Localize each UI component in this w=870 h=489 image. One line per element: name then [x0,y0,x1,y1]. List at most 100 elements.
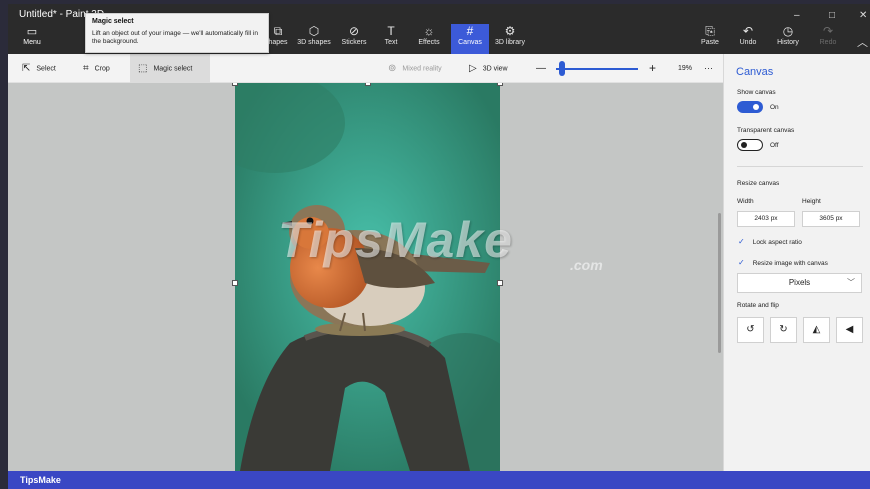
zoom-out-button[interactable]: — [536,54,546,83]
chevron-up-icon: ︿ [857,37,868,49]
rotate-right-button[interactable]: ↻ [770,317,797,343]
history-icon: ◷ [782,24,794,38]
width-label: Width [737,198,754,205]
cube-icon: ⬡ [308,24,320,38]
sun-icon: ☼ [423,24,435,38]
close-button[interactable]: ✕ [859,10,867,21]
flip-horizontal-button[interactable]: ◀ [836,317,863,343]
resize-canvas-heading: Resize canvas [737,180,780,187]
zoom-slider-track[interactable] [556,68,638,70]
height-label: Height [802,198,821,205]
canvas-image[interactable] [235,83,500,471]
unit-select[interactable]: Pixels ﹀ [737,273,862,293]
ribbon-3d-library-label: 3D library [495,39,525,46]
view-3d-icon: ▷ [469,63,477,74]
crop-icon: ⌗ [83,63,89,74]
magic-select-label: Magic select [153,65,193,73]
lock-aspect-ratio-checkbox[interactable]: ✓ Lock aspect ratio [738,237,802,246]
close-icon: ✕ [859,10,868,21]
width-input[interactable]: 2403 px [737,211,795,227]
minimize-icon: – [794,10,800,21]
zoom-in-button[interactable]: + [649,54,656,83]
redo-icon: ↷ [822,24,834,38]
show-canvas-toggle[interactable] [737,101,763,113]
select-tool[interactable]: ⇱ Select [22,54,56,83]
resize-handle-tl[interactable] [232,83,238,86]
flip-horizontal-icon: ◀ [845,324,854,335]
zoom-level: 19% [678,65,693,72]
sticker-icon: ⊘ [348,24,360,38]
show-canvas-state: On [770,104,779,111]
menu-button[interactable]: ▭ Menu [14,26,50,52]
collapse-ribbon-button[interactable]: ︿ [857,34,868,50]
canvas-panel: Canvas Show canvas On Transparent canvas… [723,54,870,471]
select-label: Select [36,65,56,73]
resize-handle-left[interactable] [232,280,238,286]
ribbon-canvas-label: Canvas [458,39,482,46]
ribbon-paste[interactable]: ⎘ Paste [696,24,724,54]
unit-select-value: Pixels [788,278,811,287]
transparent-canvas-label: Transparent canvas [737,127,795,134]
panel-divider [737,166,863,167]
ribbon-stickers-label: Stickers [341,39,367,46]
ribbon-undo[interactable]: ↶ Undo [734,24,762,54]
ribbon-2d-shapes-label: hapes [268,39,288,46]
more-options-button[interactable]: ··· [704,54,713,83]
text-icon: T [387,24,395,38]
resize-handle-top[interactable] [365,83,371,86]
resize-image-checkbox[interactable]: ✓ Resize image with canvas [738,258,828,267]
minimize-button[interactable]: – [794,10,800,21]
crop-label: Crop [94,65,110,73]
zoom-slider-thumb[interactable] [559,61,565,76]
brand-bar: TipsMake [8,471,870,489]
3d-view-button[interactable]: ▷ 3D view [469,54,508,83]
ribbon-3d-shapes[interactable]: ⬡ 3D shapes [294,24,334,54]
mixed-reality-button[interactable]: ⊚ Mixed reality [388,54,442,83]
checkmark-icon: ✓ [738,237,745,246]
3d-view-label: 3D view [482,65,508,73]
undo-icon: ↶ [742,24,754,38]
toggle-knob [741,141,747,148]
flip-vertical-button[interactable]: ◭ [803,317,830,343]
ribbon-3d-shapes-label: 3D shapes [297,39,331,46]
rotate-left-icon: ↺ [746,324,755,335]
ribbon-effects[interactable]: ☼ Effects [414,24,444,54]
lock-aspect-ratio-label: Lock aspect ratio [752,239,802,246]
resize-handle-right[interactable] [497,280,503,286]
flip-vertical-icon: ◭ [812,324,821,335]
ribbon-history[interactable]: ◷ History [772,24,804,54]
transparent-canvas-state: Off [770,142,779,149]
zoom-in-icon: + [649,61,657,75]
rotate-left-button[interactable]: ↺ [737,317,764,343]
height-input[interactable]: 3605 px [802,211,860,227]
transparent-canvas-toggle[interactable] [737,139,763,151]
watermark-suffix: .com [570,257,603,273]
menu-label: Menu [23,39,41,46]
chevron-down-icon: ﹀ [847,278,855,287]
maximize-button[interactable]: □ [829,10,835,21]
ribbon-history-label: History [777,39,799,46]
resize-handle-tr[interactable] [497,83,503,86]
ribbon-text[interactable]: T Text [378,24,404,54]
ribbon-3d-library[interactable]: ⚙ 3D library [492,24,528,54]
workspace[interactable]: TipsMake .com [8,83,723,471]
mixed-reality-label: Mixed reality [402,65,442,73]
rotate-right-icon: ↻ [779,324,788,335]
ribbon-redo-label: Redo [819,39,837,46]
vertical-scrollbar[interactable] [718,213,721,353]
ribbon-stickers[interactable]: ⊘ Stickers [338,24,370,54]
ribbon-text-label: Text [384,39,398,46]
rotate-flip-heading: Rotate and flip [737,302,779,309]
crop-tool[interactable]: ⌗ Crop [83,54,110,83]
more-icon: ··· [704,63,713,73]
ribbon-redo[interactable]: ↷ Redo [814,24,842,54]
magic-select-icon: ⬚ [138,63,148,74]
panel-title: Canvas [736,66,774,78]
mixed-reality-icon: ⊚ [388,63,397,74]
folder-icon: ▭ [26,26,38,38]
library-icon: ⚙ [504,24,516,38]
ribbon-canvas[interactable]: # Canvas [451,24,489,54]
ribbon-undo-label: Undo [739,39,757,46]
magic-select-tool[interactable]: ⬚ Magic select [130,54,210,83]
magic-select-tooltip: Magic select Lift an object out of your … [85,13,269,53]
